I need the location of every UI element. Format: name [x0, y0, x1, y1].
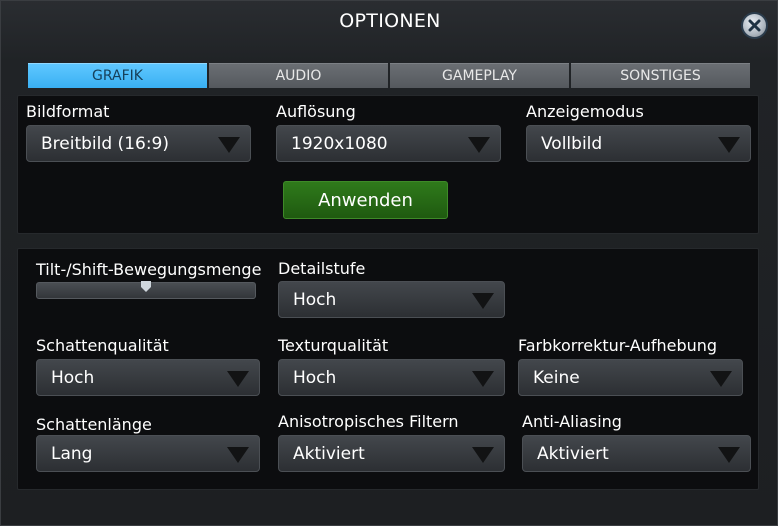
detail-level-value: Hoch — [293, 290, 337, 310]
options-window: OPTIONEN GRAFIK AUDIO GAMEPLAY SONSTIGES… — [0, 0, 778, 526]
shadow-quality-label: Schattenqualität — [36, 336, 169, 355]
triangle-down-icon — [218, 137, 240, 153]
triangle-down-icon — [718, 447, 740, 463]
tab-grafik[interactable]: GRAFIK — [28, 63, 207, 88]
resolution-value: 1920x1080 — [291, 134, 388, 154]
shadow-quality-value: Hoch — [51, 368, 95, 388]
tab-audio[interactable]: AUDIO — [209, 63, 388, 88]
anisotropic-dropdown[interactable]: Aktiviert — [278, 435, 505, 472]
close-button[interactable] — [741, 12, 768, 39]
detail-level-dropdown[interactable]: Hoch — [278, 281, 505, 318]
anisotropic-label: Anisotropisches Filtern — [278, 412, 459, 431]
triangle-down-icon — [710, 371, 732, 387]
tiltshift-slider[interactable] — [36, 281, 256, 299]
antialiasing-dropdown[interactable]: Aktiviert — [522, 435, 751, 472]
triangle-down-icon — [472, 447, 494, 463]
aspect-ratio-value: Breitbild (16:9) — [41, 134, 169, 154]
color-correction-label: Farbkorrektur-Aufhebung — [518, 336, 718, 355]
tiltshift-label: Tilt-/Shift-Bewegungsmenge — [36, 260, 262, 279]
antialiasing-value: Aktiviert — [537, 444, 609, 464]
antialiasing-label: Anti-Aliasing — [522, 412, 622, 431]
shadow-quality-dropdown[interactable]: Hoch — [36, 359, 260, 396]
window-title: OPTIONEN — [339, 10, 441, 32]
triangle-down-icon — [718, 137, 740, 153]
close-icon — [748, 19, 761, 32]
tab-gameplay[interactable]: GAMEPLAY — [390, 63, 569, 88]
slider-handle[interactable] — [141, 281, 151, 292]
triangle-down-icon — [468, 137, 490, 153]
triangle-down-icon — [227, 447, 249, 463]
detail-level-label: Detailstufe — [278, 259, 366, 278]
anisotropic-value: Aktiviert — [293, 444, 365, 464]
aspect-ratio-label: Bildformat — [26, 102, 110, 121]
display-mode-dropdown[interactable]: Vollbild — [526, 125, 751, 162]
aspect-ratio-dropdown[interactable]: Breitbild (16:9) — [26, 125, 251, 162]
texture-quality-value: Hoch — [293, 368, 337, 388]
texture-quality-label: Texturqualität — [278, 336, 389, 355]
display-mode-label: Anzeigemodus — [526, 102, 644, 121]
tab-bar: GRAFIK AUDIO GAMEPLAY SONSTIGES — [28, 63, 750, 88]
apply-button[interactable]: Anwenden — [283, 181, 448, 219]
triangle-down-icon — [227, 371, 249, 387]
color-correction-value: Keine — [533, 368, 580, 388]
texture-quality-dropdown[interactable]: Hoch — [278, 359, 505, 396]
color-correction-dropdown[interactable]: Keine — [518, 359, 743, 396]
shadow-length-value: Lang — [51, 444, 93, 464]
tab-sonstiges[interactable]: SONSTIGES — [571, 63, 750, 88]
display-mode-value: Vollbild — [541, 134, 603, 154]
resolution-label: Auflösung — [276, 102, 356, 121]
triangle-down-icon — [472, 371, 494, 387]
resolution-dropdown[interactable]: 1920x1080 — [276, 125, 501, 162]
shadow-length-dropdown[interactable]: Lang — [36, 435, 260, 472]
shadow-length-label: Schattenlänge — [36, 415, 152, 434]
triangle-down-icon — [472, 293, 494, 309]
